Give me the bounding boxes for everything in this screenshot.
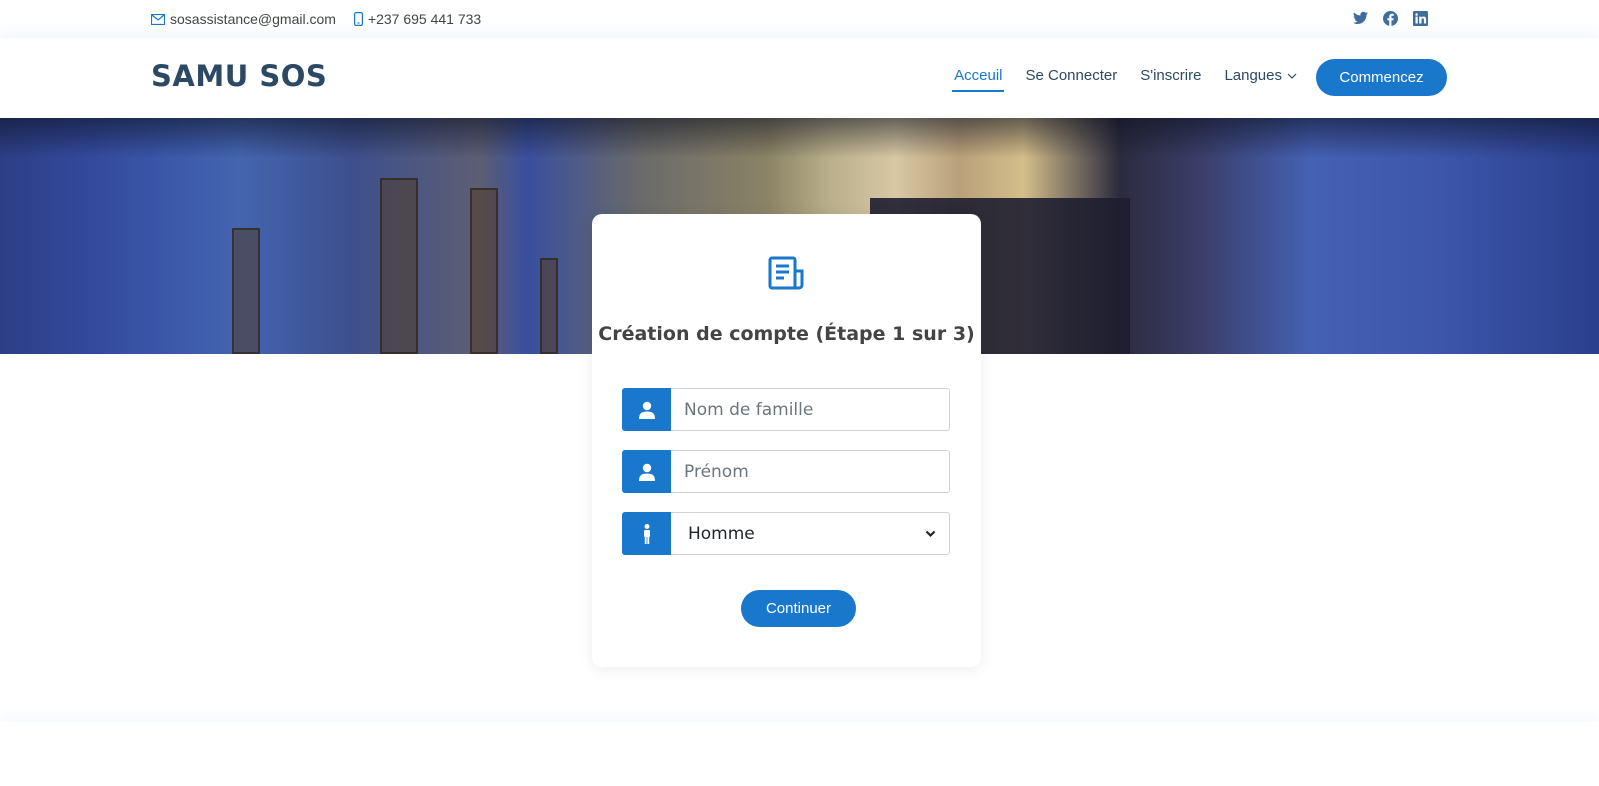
- nav-item-se-connecter[interactable]: Se Connecter: [1025, 67, 1117, 92]
- person-icon: [622, 512, 671, 555]
- continue-button[interactable]: Continuer: [741, 590, 856, 627]
- twitter-icon[interactable]: [1353, 11, 1369, 27]
- email-contact[interactable]: sosassistance@gmail.com: [151, 11, 336, 27]
- phone-icon: [353, 12, 363, 26]
- first-name-field: Prénom: [622, 450, 950, 493]
- gender-selected-value: Homme: [688, 523, 755, 544]
- phone-contact[interactable]: +237 695 441 733: [353, 11, 482, 27]
- last-name-input[interactable]: Nom de famille: [671, 388, 950, 431]
- document-icon: [768, 256, 804, 290]
- site-header: SAMU SOS Acceuil Se Connecter S'inscrire…: [0, 38, 1599, 118]
- nav-item-sinscrire[interactable]: S'inscrire: [1140, 67, 1201, 92]
- chevron-down-icon: [1287, 73, 1297, 79]
- registration-card: Création de compte (Étape 1 sur 3) Nom d…: [592, 214, 981, 667]
- chevron-down-icon: [925, 530, 936, 537]
- top-bar: sosassistance@gmail.com +237 695 441 733: [0, 0, 1599, 38]
- get-started-button[interactable]: Commencez: [1316, 59, 1447, 96]
- footer-divider: [0, 722, 1599, 734]
- hero-shade: [0, 118, 1599, 158]
- hallway-frame: [380, 178, 418, 354]
- first-name-input[interactable]: Prénom: [671, 450, 950, 493]
- nav-item-langues[interactable]: Langues: [1224, 67, 1297, 92]
- facebook-icon[interactable]: [1383, 11, 1399, 27]
- contact-info: sosassistance@gmail.com +237 695 441 733: [151, 11, 481, 27]
- phone-text: +237 695 441 733: [367, 11, 482, 27]
- form-title: Création de compte (Étape 1 sur 3): [598, 323, 975, 345]
- linkedin-icon[interactable]: [1413, 11, 1429, 27]
- gender-field: Homme: [622, 512, 950, 555]
- envelope-icon: [151, 13, 165, 25]
- nav-item-acceuil[interactable]: Acceuil: [952, 67, 1005, 92]
- nav-label: Langues: [1224, 67, 1282, 84]
- user-icon: [622, 450, 671, 493]
- gender-select[interactable]: Homme: [671, 512, 950, 555]
- user-icon: [622, 388, 671, 431]
- hallway-frame: [232, 228, 260, 354]
- last-name-field: Nom de famille: [622, 388, 950, 431]
- nav-label: Se Connecter: [1025, 67, 1118, 84]
- social-links: [1353, 11, 1429, 27]
- hallway-frame: [540, 258, 558, 354]
- nav-label: Acceuil: [954, 67, 1003, 84]
- email-text: sosassistance@gmail.com: [170, 11, 336, 27]
- site-logo[interactable]: SAMU SOS: [151, 59, 327, 93]
- nav-label: S'inscrire: [1140, 67, 1202, 84]
- hallway-frame: [470, 188, 498, 354]
- main-nav: Acceuil Se Connecter S'inscrire Langues: [952, 67, 1297, 92]
